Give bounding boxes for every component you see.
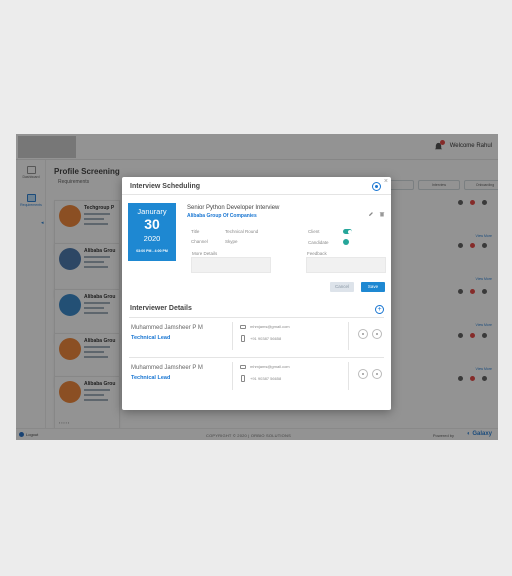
email-icon bbox=[240, 365, 246, 369]
date-day: 30 bbox=[144, 216, 160, 232]
title-value: Technical Round bbox=[225, 229, 259, 234]
modal-action-icon[interactable] bbox=[372, 182, 381, 191]
date-year: 2020 bbox=[143, 234, 161, 243]
date-time: 03:00 PM - 4:00 PM bbox=[136, 249, 168, 253]
close-icon[interactable]: × bbox=[384, 178, 388, 185]
edit-interviewer-button[interactable] bbox=[358, 329, 368, 339]
candidate-status-indicator[interactable] bbox=[343, 239, 349, 245]
phone-icon bbox=[241, 375, 245, 382]
client-toggle[interactable] bbox=[343, 229, 352, 234]
remove-interviewer-button[interactable] bbox=[372, 329, 382, 339]
interviewer-phone: +91 90387 56658 bbox=[250, 336, 282, 341]
more-details-label: More Details bbox=[192, 251, 218, 256]
divider bbox=[129, 317, 384, 318]
title-label: Title bbox=[191, 229, 200, 234]
remove-interviewer-button[interactable] bbox=[372, 369, 382, 379]
interview-scheduling-modal: × Interview Scheduling Janurary 30 2020 … bbox=[122, 177, 391, 410]
phone-icon bbox=[241, 335, 245, 342]
add-interviewer-icon[interactable]: + bbox=[375, 305, 384, 314]
divider bbox=[122, 194, 391, 195]
candidate-label: Candidate bbox=[308, 240, 329, 245]
interviewer-phone: +91 90387 56658 bbox=[250, 376, 282, 381]
interviewer-name: Muhammed Jamsheer P M bbox=[131, 325, 203, 331]
channel-value: Skype bbox=[225, 239, 238, 244]
interviewer-row: Muhammed Jamsheer P M Technical Lead mhm… bbox=[122, 357, 391, 397]
interview-date-card: Janurary 30 2020 03:00 PM - 4:00 PM bbox=[128, 203, 176, 261]
cancel-button[interactable]: Cancel bbox=[330, 282, 354, 292]
more-details-field[interactable] bbox=[191, 257, 271, 273]
interviewer-email: mhmjams@gmail.com bbox=[250, 324, 290, 329]
channel-label: Channel bbox=[191, 239, 208, 244]
feedback-label: Feedback bbox=[307, 251, 327, 256]
interviewer-role: Technical Lead bbox=[131, 335, 171, 341]
modal-title: Interview Scheduling bbox=[130, 183, 201, 190]
edit-icon[interactable] bbox=[368, 211, 374, 217]
company-name: Alibaba Group Of Companies bbox=[187, 213, 257, 219]
interview-title: Senior Python Developer Interview bbox=[187, 205, 280, 211]
delete-icon[interactable] bbox=[379, 211, 385, 217]
client-label: Client bbox=[308, 229, 320, 234]
interviewer-name: Muhammed Jamsheer P M bbox=[131, 365, 203, 371]
feedback-field[interactable] bbox=[306, 257, 386, 273]
edit-interviewer-button[interactable] bbox=[358, 369, 368, 379]
interviewer-row: Muhammed Jamsheer P M Technical Lead mhm… bbox=[122, 317, 391, 357]
divider bbox=[129, 357, 384, 358]
interviewer-role: Technical Lead bbox=[131, 375, 171, 381]
email-icon bbox=[240, 325, 246, 329]
interviewer-section-title: Interviewer Details bbox=[130, 305, 192, 312]
save-button[interactable]: Save bbox=[361, 282, 385, 292]
interviewer-email: mhmjams@gmail.com bbox=[250, 364, 290, 369]
date-month: Janurary bbox=[137, 207, 167, 216]
